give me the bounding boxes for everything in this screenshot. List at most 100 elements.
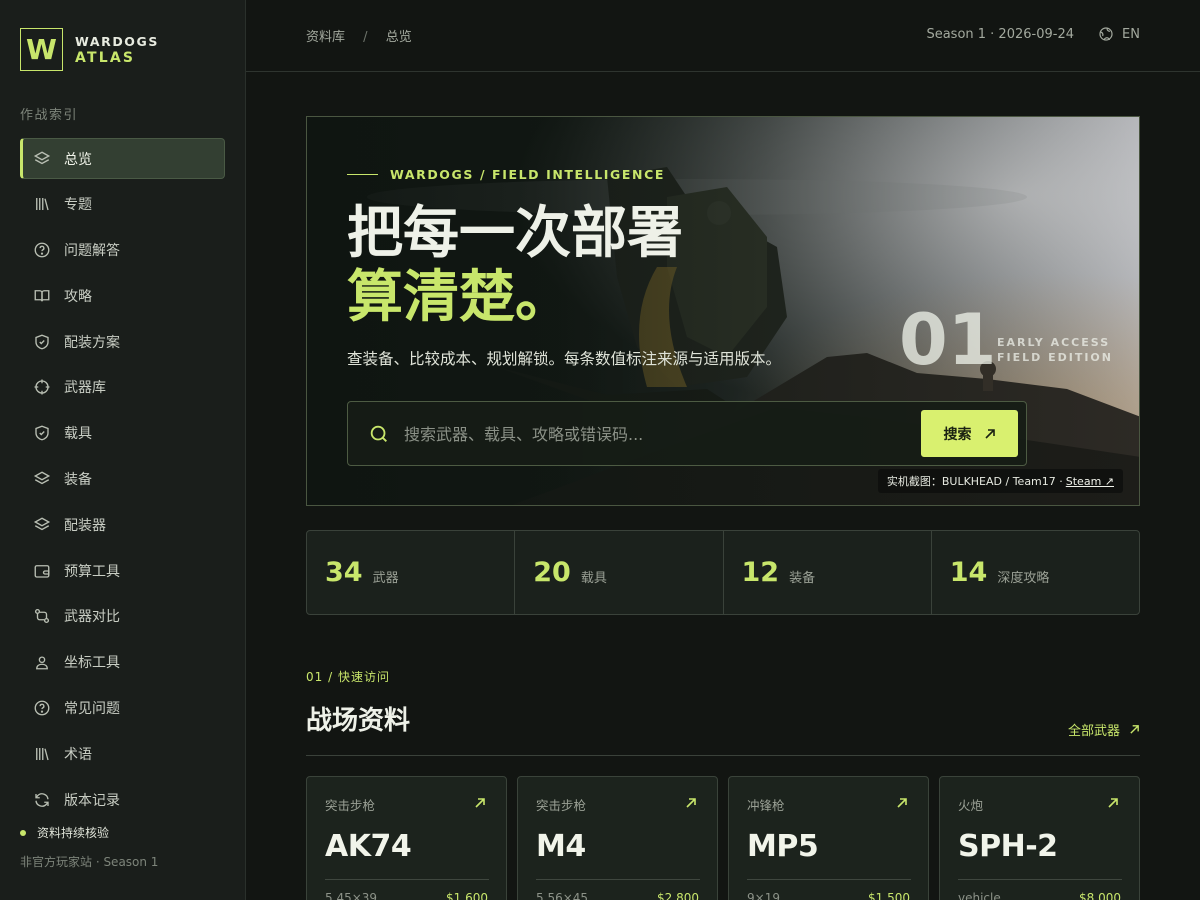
card-price: $8,000: [1079, 891, 1121, 900]
language-label: EN: [1122, 26, 1140, 42]
weapon-card-m4[interactable]: 突击步枪 M4 5.56×45 $2,800: [517, 776, 718, 900]
sidebar-item-label: 配装器: [64, 517, 106, 534]
card-category: 突击步枪: [325, 798, 376, 813]
logo-mark: W: [20, 28, 63, 71]
weapon-card-ak74[interactable]: 突击步枪 AK74 5.45×39 $1,600: [306, 776, 507, 900]
stat-value: 34: [325, 557, 363, 588]
edition-label-line-1: EARLY ACCESS: [997, 336, 1111, 349]
sidebar-item-label: 总览: [64, 151, 92, 168]
hero-edition-number: 01: [899, 299, 997, 381]
sidebar-item-armory[interactable]: 武器库: [20, 367, 225, 408]
layers-icon: [33, 470, 51, 488]
search-input[interactable]: [404, 420, 904, 448]
compare-icon: [33, 607, 51, 625]
sidebar-item-equipment[interactable]: 装备: [20, 459, 225, 500]
sidebar-item-guides[interactable]: 攻略: [20, 275, 225, 316]
sidebar-item-label: 载具: [64, 426, 92, 443]
arrow-up-right-icon: [984, 428, 995, 439]
stats-bar: 34 武器 20 载具 12 装备 14 深度攻略: [306, 530, 1140, 615]
breadcrumb-separator: /: [363, 30, 368, 45]
image-credit: 实机截图：BULKHEAD / Team17 · Steam ↗: [877, 469, 1123, 493]
hero-title-line-1: 把每一次部署: [347, 200, 683, 266]
hero-subtitle: 查装备、比较成本、规划解锁。每条数值标注来源与适用版本。: [347, 350, 782, 368]
card-price: $2,800: [657, 891, 699, 900]
sidebar-item-topics[interactable]: 专题: [20, 184, 225, 225]
logo-line-2: ATLAS: [75, 49, 136, 66]
weapon-card-mp5[interactable]: 冲锋枪 MP5 9×19 $1,500: [728, 776, 929, 900]
sidebar-item-compare[interactable]: 武器对比: [20, 596, 225, 637]
brand-logo[interactable]: W WARDOGS ATLAS: [20, 28, 159, 71]
sidebar-item-changelog[interactable]: 版本记录: [20, 779, 225, 820]
refresh-icon: [33, 791, 51, 809]
sidebar-item-label: 装备: [64, 472, 92, 489]
all-weapons-link[interactable]: 全部武器: [1068, 720, 1140, 739]
sidebar-item-label: 武器对比: [64, 609, 120, 626]
sidebar-item-label: 配装方案: [64, 334, 120, 351]
stat-weapons: 34 武器: [307, 531, 516, 614]
arrow-up-right-icon: [1108, 798, 1118, 808]
stat-value: 14: [949, 557, 988, 588]
search-button-label: 搜索: [943, 426, 972, 443]
stat-label: 载具: [580, 571, 607, 586]
weapon-card-sph2[interactable]: 火炮 SPH-2 vehicle $8,000: [939, 776, 1140, 900]
crosshair-icon: [33, 378, 51, 396]
sidebar-item-glossary[interactable]: 术语: [20, 733, 225, 774]
breadcrumb-library[interactable]: 资料库: [306, 30, 345, 45]
sidebar-item-label: 常见问题: [64, 701, 120, 718]
topbar: 资料库 / 总览 Season 1 · 2026-09-24 EN: [246, 0, 1200, 72]
card-spec: 5.56×45: [536, 891, 589, 900]
status-indicator: 资料持续核验: [20, 824, 109, 841]
sidebar-item-qa[interactable]: 问题解答: [20, 230, 225, 271]
site-note: 非官方玩家站 · Season 1: [20, 855, 159, 869]
sidebar-item-budget[interactable]: 预算工具: [20, 550, 225, 591]
sidebar-item-builder[interactable]: 配装器: [20, 504, 225, 545]
steam-link[interactable]: Steam ↗: [1066, 475, 1114, 488]
card-category: 突击步枪: [536, 798, 587, 813]
shield-check-icon: [33, 333, 51, 351]
sidebar-item-label: 问题解答: [64, 243, 120, 260]
card-divider: [958, 879, 1122, 880]
stat-value: 12: [741, 557, 780, 588]
sidebar-item-faq[interactable]: 常见问题: [20, 688, 225, 729]
card-price: $1,500: [868, 891, 910, 900]
sidebar-item-loadouts[interactable]: 配装方案: [20, 321, 225, 362]
stat-equipment: 12 装备: [724, 531, 932, 614]
arrow-up-right-icon: [897, 798, 907, 808]
stat-label: 深度攻略: [997, 571, 1050, 586]
card-name: M4: [536, 829, 586, 864]
language-switch[interactable]: EN: [1098, 26, 1140, 42]
kicker-rule: [347, 174, 378, 175]
card-category: 火炮: [958, 798, 984, 813]
sidebar-item-overview[interactable]: 总览: [20, 138, 225, 179]
card-divider: [536, 879, 700, 880]
help-circle-icon: [33, 241, 51, 259]
card-name: MP5: [747, 829, 819, 864]
card-spec: 9×19: [747, 891, 780, 900]
card-spec: vehicle: [958, 891, 1001, 900]
sidebar-item-vehicles[interactable]: 载具: [20, 413, 225, 454]
sidebar-item-label: 版本记录: [64, 792, 120, 809]
card-divider: [747, 879, 911, 880]
stat-value: 20: [533, 557, 571, 588]
hero-edition-label: EARLY ACCESS FIELD EDITION: [997, 335, 1113, 365]
sidebar: W WARDOGS ATLAS 作战索引 总览 专题 问题解答 攻略 配装方案: [0, 0, 246, 900]
hero-title: 把每一次部署 算清楚。: [347, 201, 683, 329]
layers-icon: [33, 150, 51, 168]
map-pin-user-icon: [33, 653, 51, 671]
help-circle-icon: [33, 699, 51, 717]
sidebar-item-label: 术语: [64, 746, 92, 763]
logo-line-1: WARDOGS: [75, 33, 159, 49]
search-button[interactable]: 搜索: [921, 410, 1018, 457]
layers-icon: [33, 516, 51, 534]
breadcrumb: 资料库 / 总览: [306, 26, 412, 45]
wallet-icon: [33, 562, 51, 580]
search-bar: 搜索: [347, 401, 1027, 466]
all-weapons-label: 全部武器: [1067, 724, 1120, 739]
logo-wordmark: WARDOGS ATLAS: [75, 33, 159, 67]
nav-section-label: 作战索引: [20, 108, 79, 123]
sidebar-item-label: 攻略: [64, 288, 92, 305]
sidebar-item-coords[interactable]: 坐标工具: [20, 642, 225, 683]
hero-banner: WARDOGS / FIELD INTELLIGENCE 把每一次部署 算清楚。…: [306, 116, 1140, 506]
card-divider: [325, 879, 489, 880]
stat-label: 武器: [372, 571, 399, 586]
